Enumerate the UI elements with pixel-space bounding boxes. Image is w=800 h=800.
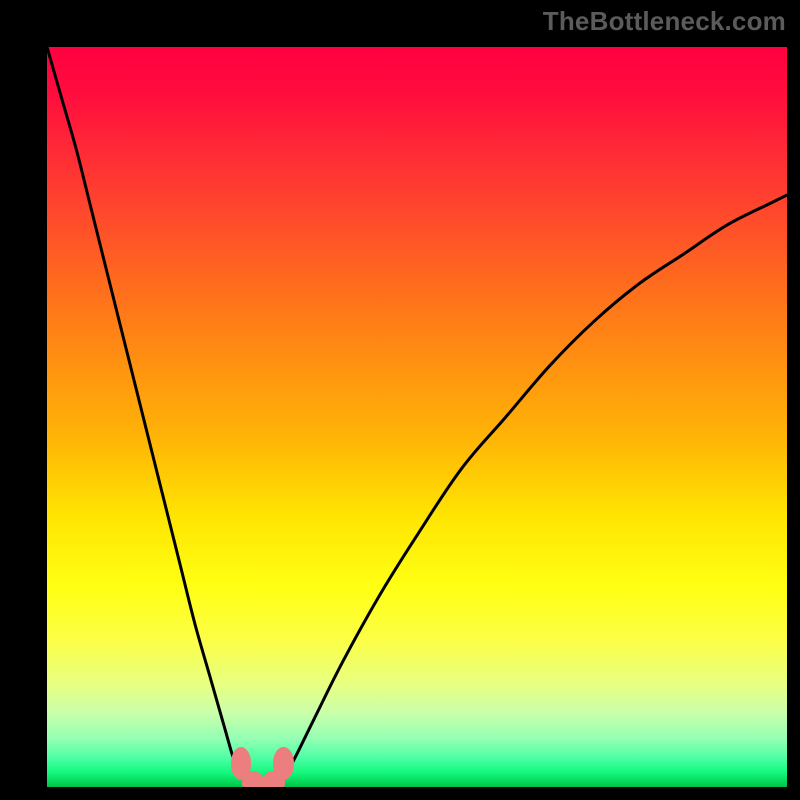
chart-frame: TheBottleneck.com <box>0 0 800 800</box>
curve-right-branch <box>276 195 787 787</box>
plot-area <box>47 47 787 787</box>
marker-trough-left-lower <box>242 771 264 787</box>
marker-trough-right-upper <box>273 747 294 780</box>
curve-layer <box>47 47 787 787</box>
watermark-text: TheBottleneck.com <box>543 6 786 37</box>
curve-left-branch <box>47 47 254 787</box>
